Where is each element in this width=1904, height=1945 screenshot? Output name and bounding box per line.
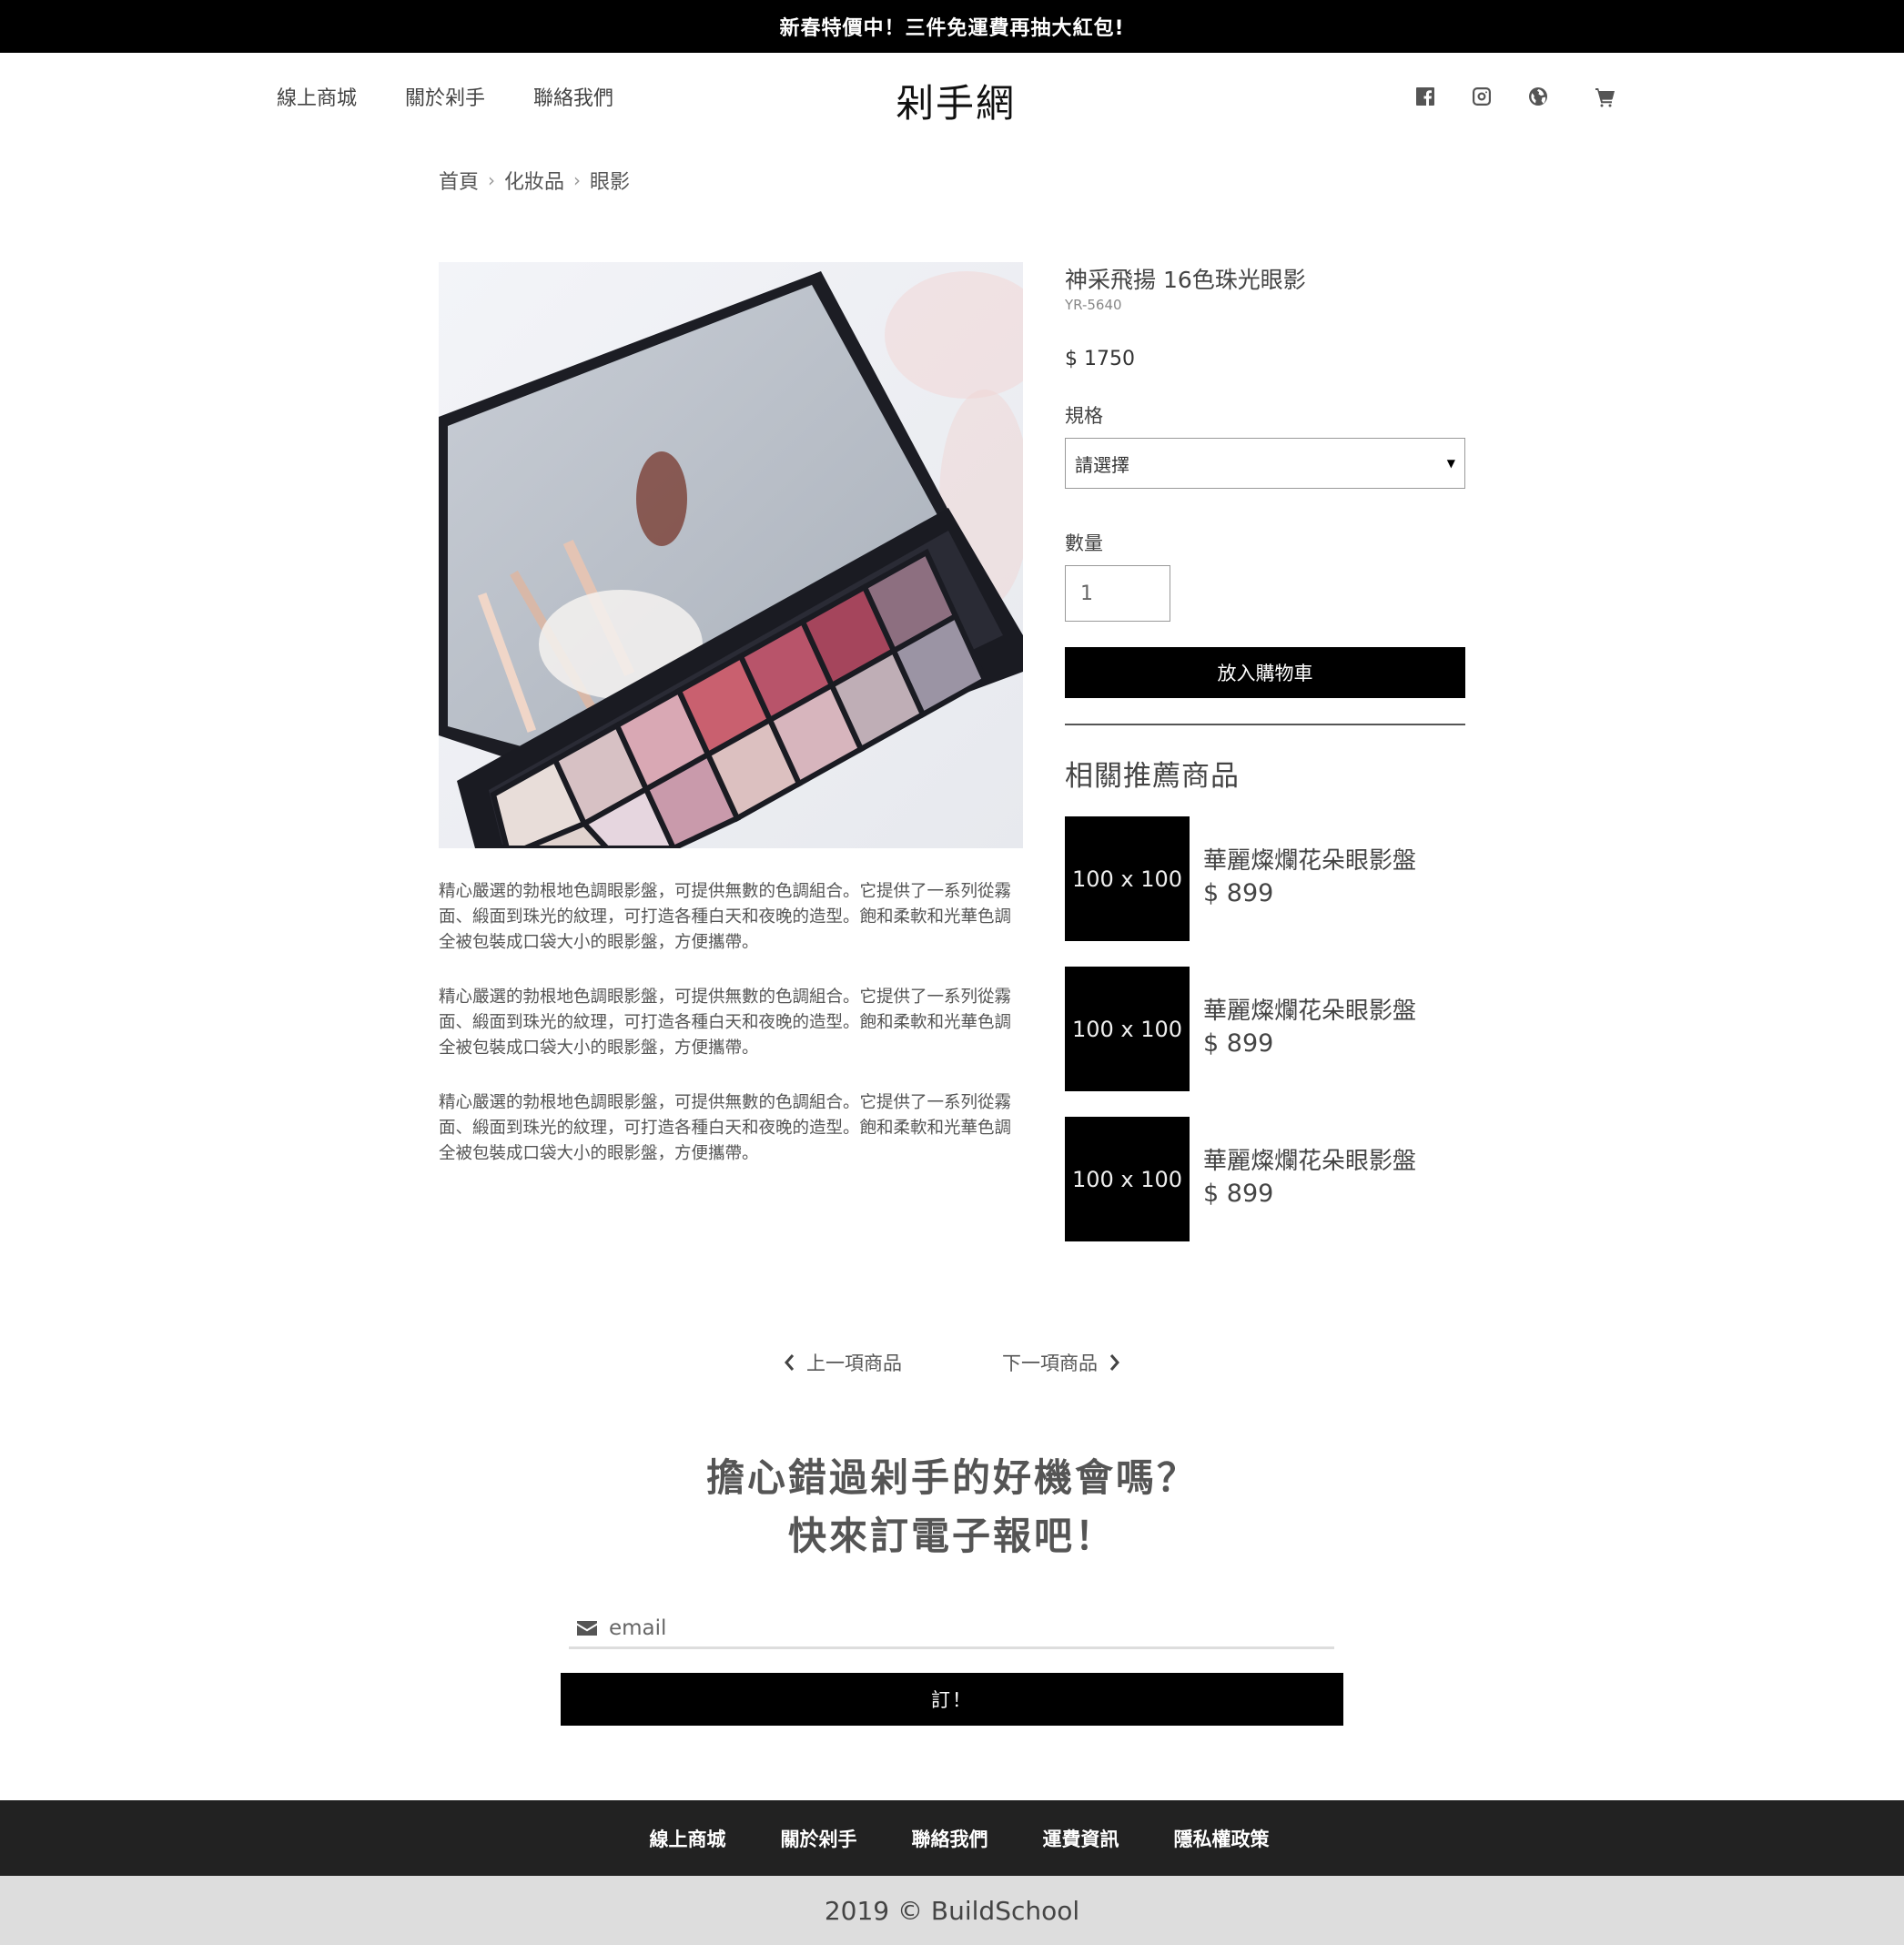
divider [1065, 724, 1465, 725]
quantity-input[interactable]: 1 [1065, 565, 1170, 622]
spec-label: 規格 [1065, 405, 1103, 427]
chevron-left-icon [785, 1354, 795, 1371]
caret-down-icon: ▼ [1446, 457, 1455, 470]
quantity-value: 1 [1080, 582, 1093, 605]
facebook-icon[interactable] [1413, 84, 1438, 109]
product-pager: 上一項商品 下一項商品 [0, 1349, 1904, 1376]
related-product-thumbnail[interactable]: 100 x 100 [1065, 967, 1190, 1091]
related-product-name[interactable]: 華麗燦爛花朵眼影盤 [1203, 1142, 1416, 1176]
product-image [439, 262, 1023, 848]
related-product-name[interactable]: 華麗燦爛花朵眼影盤 [1203, 842, 1416, 876]
footer-link-privacy[interactable]: 隱私權政策 [1174, 1825, 1270, 1852]
description-paragraph: 精心嚴選的勃根地色調眼影盤，可提供無數的色調組合。它提供了一系列從霧面、緞面到珠… [439, 988, 1012, 1058]
breadcrumb-separator: › [573, 169, 582, 191]
spec-select[interactable]: 請選擇 ▼ [1065, 438, 1465, 489]
prev-product-link[interactable]: 上一項商品 [783, 1349, 902, 1376]
copyright: 2019 © BuildSchool [0, 1876, 1904, 1945]
announcement-text: 新春特價中！三件免運費再抽大紅包! [779, 17, 1125, 40]
related-product-price: $ 899 [1203, 1029, 1274, 1058]
related-product-thumbnail[interactable]: 100 x 100 [1065, 1117, 1190, 1241]
quantity-label: 數量 [1065, 532, 1103, 554]
related-product-item[interactable]: 100 x 100 華麗燦爛花朵眼影盤 $ 899 [1065, 967, 1416, 1091]
product-sku: YR-5640 [1065, 297, 1122, 313]
cart-icon[interactable] [1593, 84, 1618, 109]
breadcrumb-home[interactable]: 首頁 [439, 166, 479, 195]
chevron-right-icon [1109, 1354, 1119, 1371]
instagram-icon[interactable] [1469, 84, 1494, 109]
newsletter-heading: 擔心錯過剁手的好機會嗎？ 快來訂電子報吧！ [0, 1449, 1904, 1565]
subscribe-button[interactable]: 訂！ [561, 1673, 1343, 1726]
prev-product-label: 上一項商品 [806, 1352, 902, 1374]
envelope-icon [577, 1620, 597, 1636]
description-paragraph: 精心嚴選的勃根地色調眼影盤，可提供無數的色調組合。它提供了一系列從霧面、緞面到珠… [439, 1093, 1012, 1163]
footer-nav: 線上商城 關於剁手 聯絡我們 運費資訊 隱私權政策 [0, 1800, 1904, 1876]
brand-logo[interactable]: 剁手網 [0, 73, 1904, 128]
next-product-label: 下一項商品 [1002, 1352, 1098, 1374]
product-name: 神采飛揚 16色珠光眼影 [1065, 267, 1306, 293]
description-paragraph: 精心嚴選的勃根地色調眼影盤，可提供無數的色調組合。它提供了一系列從霧面、緞面到珠… [439, 882, 1012, 952]
related-product-item[interactable]: 100 x 100 華麗燦爛花朵眼影盤 $ 899 [1065, 1117, 1416, 1241]
email-field[interactable]: email [569, 1609, 1334, 1649]
related-products-title: 相關推薦商品 [1065, 760, 1240, 793]
breadcrumb: 首頁 › 化妝品 › 眼影 [439, 166, 630, 195]
related-product-price: $ 899 [1203, 1180, 1274, 1208]
breadcrumb-eyeshadow: 眼影 [590, 171, 631, 194]
footer-link-shop[interactable]: 線上商城 [650, 1825, 726, 1852]
product-info: 神采飛揚 16色珠光眼影 YR-5640 $ 1750 規格 請選擇 ▼ 數量 … [1065, 262, 1465, 794]
spec-select-value: 請選擇 [1075, 453, 1129, 476]
header-icons [1413, 84, 1618, 109]
newsletter-heading-line2: 快來訂電子報吧！ [787, 1514, 1116, 1558]
related-product-price: $ 899 [1203, 879, 1274, 907]
related-product-thumbnail[interactable]: 100 x 100 [1065, 816, 1190, 941]
footer-link-shipping[interactable]: 運費資訊 [1043, 1825, 1119, 1852]
newsletter-heading-line1: 擔心錯過剁手的好機會嗎？ [705, 1455, 1198, 1500]
product-description: 精心嚴選的勃根地色調眼影盤，可提供無數的色調組合。它提供了一系列從霧面、緞面到珠… [439, 879, 1023, 1196]
footer-link-contact[interactable]: 聯絡我們 [912, 1825, 988, 1852]
email-placeholder: email [609, 1616, 667, 1640]
add-to-cart-button[interactable]: 放入購物車 [1065, 647, 1465, 698]
next-product-link[interactable]: 下一項商品 [1002, 1349, 1121, 1376]
breadcrumb-cosmetics[interactable]: 化妝品 [504, 166, 564, 195]
footer-link-about[interactable]: 關於剁手 [781, 1825, 857, 1852]
breadcrumb-separator: › [488, 169, 496, 191]
related-product-item[interactable]: 100 x 100 華麗燦爛花朵眼影盤 $ 899 [1065, 816, 1416, 941]
related-product-name[interactable]: 華麗燦爛花朵眼影盤 [1203, 992, 1416, 1026]
announcement-bar: 新春特價中！三件免運費再抽大紅包! [0, 0, 1904, 53]
product-price: $ 1750 [1065, 348, 1135, 370]
globe-icon[interactable] [1525, 84, 1551, 109]
